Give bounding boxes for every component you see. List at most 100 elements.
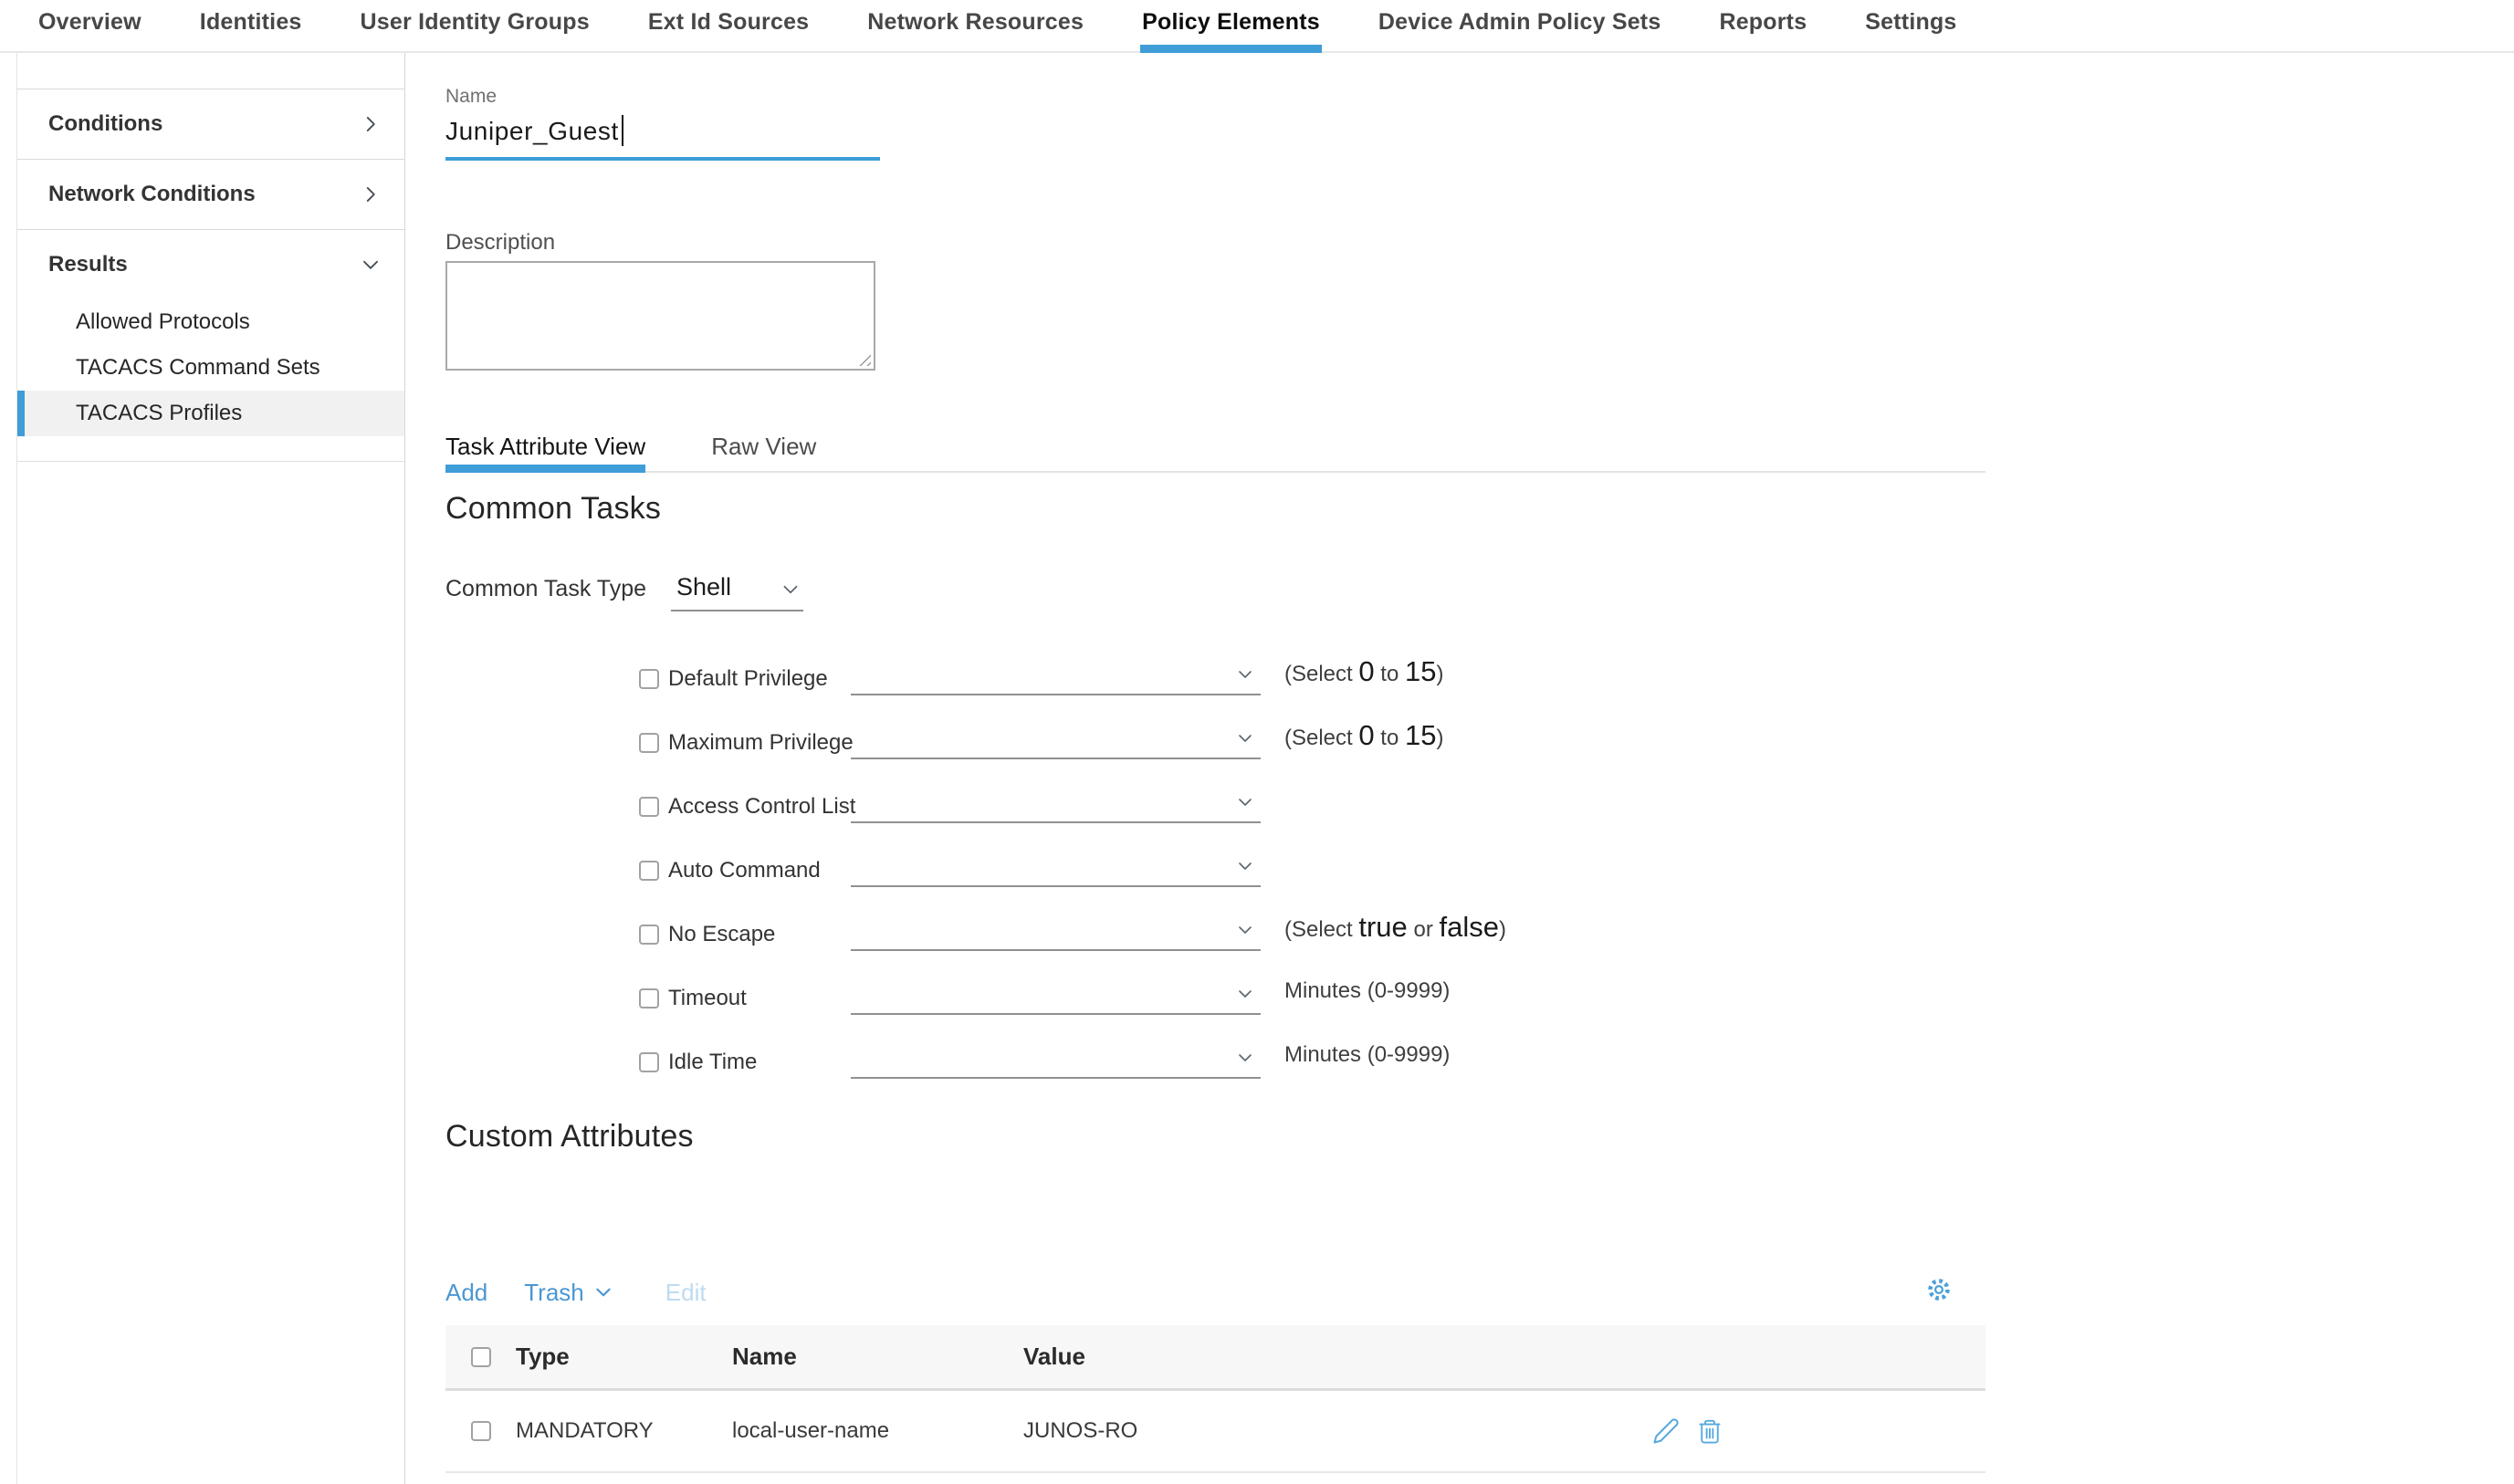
settings-gear-icon[interactable]: [1925, 1276, 1953, 1308]
nav-user-identity-groups[interactable]: User Identity Groups: [361, 9, 590, 53]
sidebar-item-label: Results: [48, 252, 128, 277]
timeout-checkbox[interactable]: [639, 988, 659, 1008]
idle-time-checkbox[interactable]: [639, 1052, 659, 1072]
common-task-label: Maximum Privilege: [668, 730, 851, 756]
common-task-row-idle-time: Idle Time Minutes (0-9999): [639, 1030, 1506, 1094]
hint-text: Minutes (0-9999): [1284, 1042, 1450, 1068]
name-input[interactable]: Juniper_Guest: [445, 115, 880, 161]
nav-identities[interactable]: Identities: [200, 9, 302, 53]
auto-command-dropdown[interactable]: [851, 845, 1261, 887]
sidebar-item-label: Network Conditions: [48, 182, 256, 207]
sidebar-item-conditions[interactable]: Conditions: [17, 89, 404, 159]
cell-name: local-user-name: [732, 1418, 889, 1444]
chevron-down-icon: [359, 253, 382, 277]
common-tasks-heading: Common Tasks: [445, 491, 661, 527]
column-header-value[interactable]: Value: [1023, 1343, 1085, 1371]
access-control-list-dropdown[interactable]: [851, 781, 1261, 823]
maximum-privilege-checkbox[interactable]: [639, 733, 659, 753]
cell-type: MANDATORY: [516, 1418, 654, 1444]
sidebar-item-tacacs-command-sets[interactable]: TACACS Command Sets: [17, 345, 404, 391]
chevron-down-icon: [1235, 856, 1255, 876]
ise-tacacs-profile-page: Overview Identities User Identity Groups…: [0, 0, 2514, 1484]
nav-device-admin-policy-sets[interactable]: Device Admin Policy Sets: [1378, 9, 1661, 53]
nav-policy-elements[interactable]: Policy Elements: [1142, 9, 1320, 53]
chevron-down-icon: [1235, 728, 1255, 748]
sidebar-item-label: TACACS Profiles: [76, 401, 242, 426]
nav-network-resources[interactable]: Network Resources: [867, 9, 1084, 53]
trash-button-label: Trash: [524, 1279, 584, 1307]
sidebar-item-label: Allowed Protocols: [76, 309, 250, 335]
name-label: Name: [445, 86, 880, 108]
chevron-down-icon: [592, 1281, 614, 1303]
edit-button[interactable]: Edit: [665, 1279, 707, 1307]
chevron-right-icon: [359, 183, 382, 206]
hint-text: (Select 0 to 15): [1284, 655, 1443, 688]
main-content: Name Juniper_Guest Description Task Attr…: [445, 53, 1985, 1484]
hint-text: (Select 0 to 15): [1284, 719, 1443, 752]
row-actions: [1652, 1417, 1723, 1445]
common-task-type-value: Shell: [676, 573, 731, 601]
description-input[interactable]: [445, 261, 875, 371]
sidebar-divider: [17, 461, 404, 462]
common-task-row-access-control-list: Access Control List: [639, 775, 1506, 839]
common-task-type-label: Common Task Type: [445, 576, 646, 611]
common-task-row-timeout: Timeout Minutes (0-9999): [639, 967, 1506, 1030]
trash-button[interactable]: Trash: [524, 1279, 614, 1307]
sidebar: Conditions Network Conditions Results Al…: [16, 53, 405, 1484]
sidebar-item-network-conditions[interactable]: Network Conditions: [17, 159, 404, 229]
text-cursor: [622, 115, 624, 146]
column-header-type[interactable]: Type: [516, 1343, 570, 1371]
view-tabs: Task Attribute View Raw View: [445, 427, 1985, 473]
sidebar-spacer: [17, 53, 404, 89]
table-header: Type Name Value: [445, 1325, 1985, 1391]
delete-trash-icon[interactable]: [1696, 1417, 1723, 1445]
common-task-type-select[interactable]: Shell: [671, 570, 803, 611]
custom-attributes-toolbar: Add Trash Edit: [445, 1272, 1985, 1312]
chevron-down-icon: [1235, 664, 1255, 685]
sidebar-item-label: TACACS Command Sets: [76, 355, 320, 381]
common-task-label: Auto Command: [668, 858, 851, 883]
nav-overview[interactable]: Overview: [38, 9, 141, 53]
idle-time-dropdown[interactable]: [851, 1037, 1261, 1079]
tab-task-attribute-view[interactable]: Task Attribute View: [445, 427, 645, 471]
tab-raw-view[interactable]: Raw View: [711, 427, 816, 471]
auto-command-checkbox[interactable]: [639, 861, 659, 881]
add-button[interactable]: Add: [445, 1279, 487, 1307]
edit-pencil-icon[interactable]: [1652, 1417, 1680, 1445]
common-task-label: No Escape: [668, 922, 851, 947]
column-header-name[interactable]: Name: [732, 1343, 797, 1371]
timeout-dropdown[interactable]: [851, 973, 1261, 1015]
table-row: MANDATORY local-user-name JUNOS-RO: [445, 1391, 1985, 1473]
hint-text: (Select true or false): [1284, 911, 1506, 944]
no-escape-checkbox[interactable]: [639, 925, 659, 945]
maximum-privilege-dropdown[interactable]: [851, 717, 1261, 759]
default-privilege-checkbox[interactable]: [639, 669, 659, 689]
chevron-right-icon: [359, 112, 382, 136]
common-task-label: Access Control List: [668, 794, 851, 820]
common-task-row-auto-command: Auto Command: [639, 839, 1506, 903]
default-privilege-dropdown[interactable]: [851, 653, 1261, 695]
sidebar-item-results[interactable]: Results: [17, 229, 404, 299]
select-all-checkbox[interactable]: [471, 1347, 491, 1367]
row-checkbox[interactable]: [471, 1421, 491, 1441]
no-escape-dropdown[interactable]: [851, 909, 1261, 951]
common-task-row-no-escape: No Escape (Select true or false): [639, 903, 1506, 967]
resize-handle-icon[interactable]: [854, 350, 871, 366]
description-field-group: Description: [445, 230, 875, 371]
nav-settings[interactable]: Settings: [1865, 9, 1956, 53]
common-task-row-maximum-privilege: Maximum Privilege (Select 0 to 15): [639, 711, 1506, 775]
common-task-type-row: Common Task Type Shell: [445, 570, 803, 611]
nav-reports[interactable]: Reports: [1719, 9, 1807, 53]
nav-ext-id-sources[interactable]: Ext Id Sources: [648, 9, 809, 53]
common-task-label: Default Privilege: [668, 666, 851, 692]
sidebar-item-allowed-protocols[interactable]: Allowed Protocols: [17, 299, 404, 345]
access-control-list-checkbox[interactable]: [639, 797, 659, 817]
sidebar-item-label: Conditions: [48, 111, 162, 137]
name-field-group: Name Juniper_Guest: [445, 86, 880, 161]
sidebar-item-tacacs-profiles[interactable]: TACACS Profiles: [17, 391, 404, 436]
common-task-label: Timeout: [668, 986, 851, 1011]
chevron-down-icon: [1235, 1048, 1255, 1068]
chevron-down-icon: [1235, 920, 1255, 940]
cell-value: JUNOS-RO: [1023, 1418, 1137, 1444]
common-task-label: Idle Time: [668, 1050, 851, 1075]
